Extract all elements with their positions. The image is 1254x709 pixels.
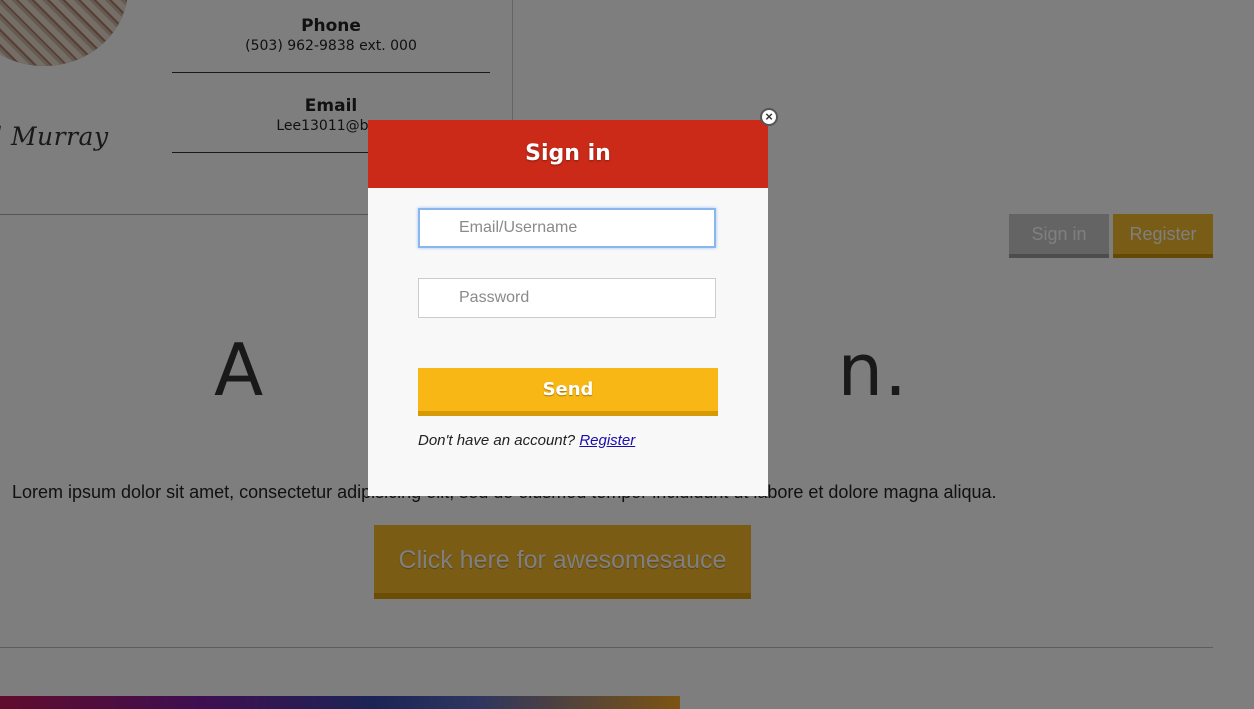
page: l Murray Phone (503) 962-9838 ext. 000 E… — [0, 0, 1254, 709]
signup-prompt: Don't have an account? Register — [418, 432, 635, 449]
email-username-input[interactable] — [418, 208, 716, 248]
send-button[interactable]: Send — [418, 368, 718, 416]
register-link[interactable]: Register — [579, 432, 635, 449]
modal-title: Sign in — [368, 120, 768, 188]
signin-modal: Sign in Send Don't have an account? Regi… — [368, 120, 768, 496]
close-icon[interactable]: × — [760, 108, 778, 126]
password-input[interactable] — [418, 278, 716, 318]
signup-prompt-text: Don't have an account? — [418, 432, 576, 449]
